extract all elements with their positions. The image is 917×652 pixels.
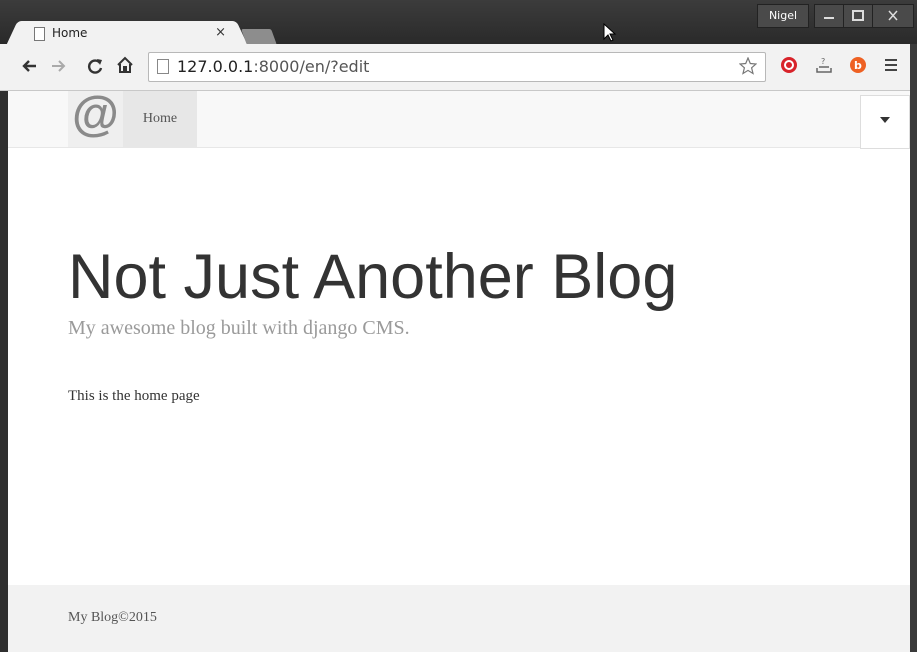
bookmark-star-icon[interactable] [739, 57, 757, 75]
address-bar[interactable]: 127.0.0.1:8000/en/?edit [148, 52, 766, 82]
site-navbar: @ Home [8, 88, 910, 149]
profile-button[interactable]: Nigel [757, 4, 809, 28]
blog-tagline: My awesome blog built with django CMS. [68, 317, 410, 339]
close-tab-icon[interactable]: × [215, 25, 226, 40]
title-bar: Home × Nigel [0, 0, 917, 45]
page-content: This is the home page [68, 388, 200, 404]
site-footer: My Blog©2015 [8, 585, 910, 652]
url-host: 127.0.0.1 [177, 57, 254, 76]
nav-item-home[interactable]: Home [123, 91, 197, 147]
minimize-button[interactable] [814, 4, 844, 28]
blog-title: Not Just Another Blog [68, 242, 678, 312]
maximize-button[interactable] [843, 4, 873, 28]
page-icon [34, 27, 45, 41]
close-window-button[interactable] [872, 4, 914, 28]
browser-tab[interactable]: Home × [22, 21, 232, 45]
new-tab-button[interactable] [241, 29, 277, 45]
menu-icon[interactable] [883, 56, 901, 74]
maximize-icon [852, 10, 864, 21]
site-logo[interactable]: @ [68, 88, 123, 147]
bitly-extension-icon[interactable]: b [849, 56, 867, 74]
back-icon[interactable] [20, 58, 38, 74]
caret-down-icon [880, 117, 890, 123]
at-sign-logo: @ [72, 88, 119, 141]
mouse-cursor-icon [603, 23, 617, 42]
web-page: @ Home Not Just Another Blog My awesome … [8, 88, 910, 652]
reload-icon[interactable] [86, 56, 104, 76]
tab-title: Home [52, 26, 88, 40]
toolbar-dropdown-toggle[interactable] [860, 95, 910, 149]
page-icon [157, 59, 169, 74]
footer-copyright: My Blog©2015 [68, 610, 157, 625]
window-border [910, 44, 917, 652]
svg-text:b: b [854, 59, 862, 72]
home-icon[interactable] [116, 56, 134, 74]
download-extension-icon[interactable]: ? [815, 56, 833, 74]
svg-text:?: ? [821, 57, 825, 66]
browser-toolbar: 127.0.0.1:8000/en/?edit ? b [0, 44, 917, 91]
minimize-icon [824, 17, 834, 19]
url-path: :8000/en/?edit [253, 57, 370, 76]
forward-icon[interactable] [50, 58, 68, 74]
close-icon [888, 10, 898, 21]
adblock-icon[interactable] [780, 56, 798, 74]
browser-window: Home × Nigel 127.0.0.1:8000/en/?edit ? b… [0, 0, 917, 652]
